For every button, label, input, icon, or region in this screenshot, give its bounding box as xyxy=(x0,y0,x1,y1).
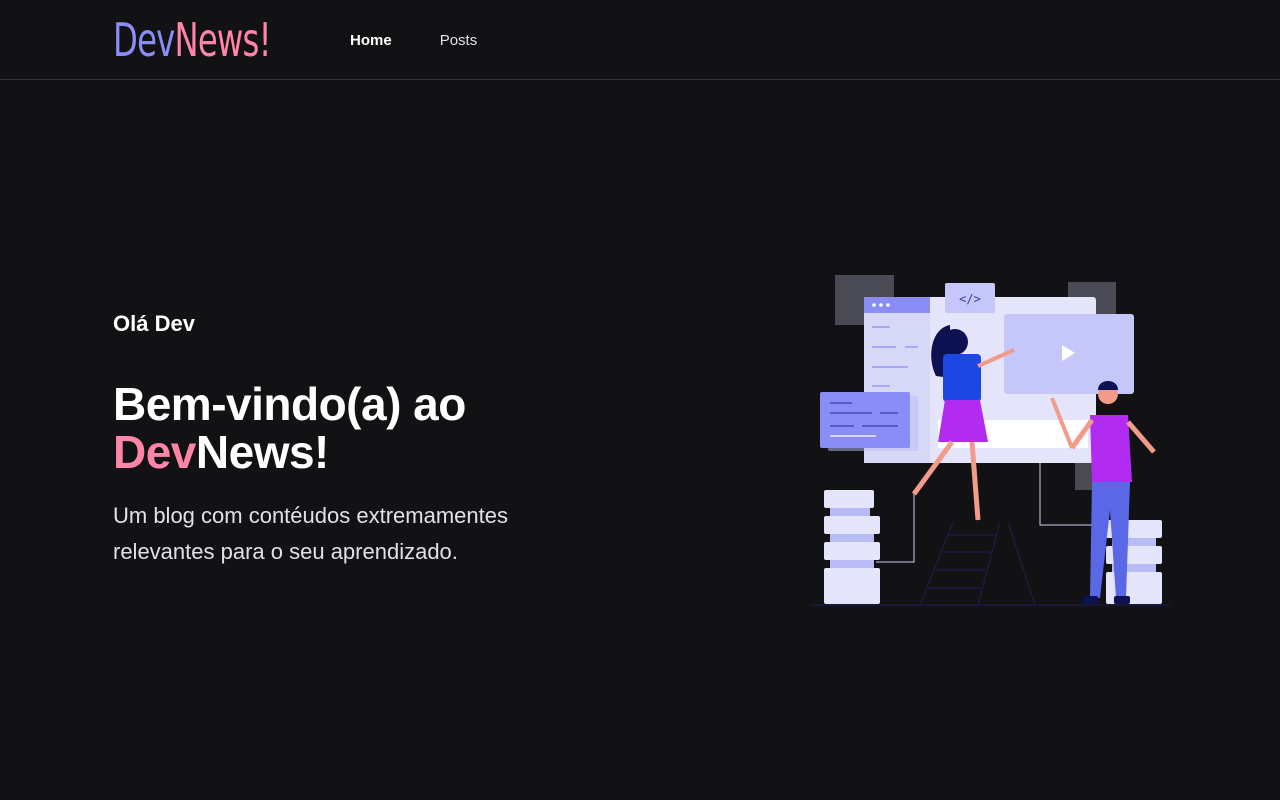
nav-posts-link[interactable]: Posts xyxy=(440,32,478,49)
server-stack-left xyxy=(824,490,880,604)
site-header: Dev News! Home Posts xyxy=(0,0,1280,80)
hero-title-line1: Bem-vindo(a) ao xyxy=(113,378,466,430)
hero-title-highlight: Dev xyxy=(113,426,196,478)
developers-illustration: </> xyxy=(810,270,1170,610)
hero-title-rest: News! xyxy=(195,426,329,478)
hero-subtitle: Um blog com contéudos extremamentes rele… xyxy=(113,503,508,564)
code-card xyxy=(820,392,910,448)
code-badge-text: </> xyxy=(959,292,981,306)
logo-news: News! xyxy=(174,13,271,67)
hero-section: Olá Dev Bem-vindo(a) ao DevNews! Um blog… xyxy=(113,310,673,570)
illustration-svg: </> xyxy=(810,275,1170,606)
nav-home-link[interactable]: Home xyxy=(350,32,392,49)
greeting: Olá Dev xyxy=(113,311,195,336)
logo[interactable]: Dev News! xyxy=(113,13,272,67)
logo-dev: Dev xyxy=(113,13,175,67)
hero-title: Bem-vindo(a) ao DevNews! xyxy=(113,380,673,476)
main-nav: Home Posts xyxy=(350,0,525,80)
